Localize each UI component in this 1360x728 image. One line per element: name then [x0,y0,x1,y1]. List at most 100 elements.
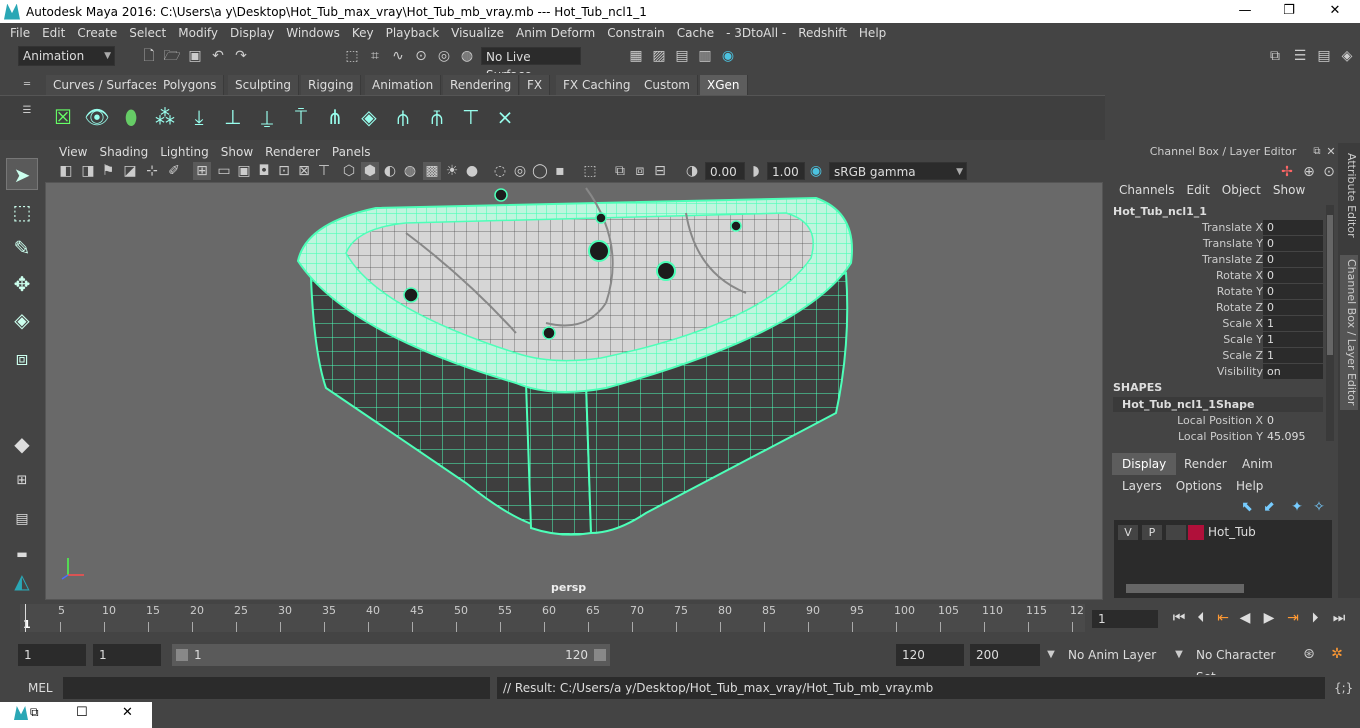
xray-icon[interactable]: ⬚ [581,162,599,180]
screen-space-ao-icon[interactable]: ● [463,162,481,180]
cb-menu-channels[interactable]: Channels [1113,183,1181,197]
xgen-groom-icon[interactable]: ◈ [354,102,384,132]
attr-value[interactable]: 0 [1263,220,1323,235]
layer-display-type-toggle[interactable] [1166,525,1186,540]
lasso-tool-icon[interactable]: ⬚ [6,196,38,228]
workspace-icon[interactable]: ⧉ [1266,47,1284,65]
menu-help[interactable]: Help [853,26,892,40]
channel-filter-icon[interactable]: ⊙ [1320,163,1338,181]
xgen-lock-guides-icon[interactable]: ⍑ [286,102,316,132]
viewport-menu-view[interactable]: View [53,145,93,159]
range-slider[interactable]: 1 120 [172,644,610,666]
viewport-menu-panels[interactable]: Panels [326,145,377,159]
step-forward-frame-icon[interactable]: ⏵ [1306,610,1324,626]
ipr-render-icon[interactable]: ▤ [673,47,691,65]
xgen-editor-icon[interactable]: ☒ [48,102,78,132]
shelf-tab-polygons[interactable]: Polygons [156,75,225,95]
new-layer-selected-icon[interactable]: ✧ [1310,498,1328,516]
save-scene-icon[interactable]: ▣ [186,47,204,65]
smooth-shade-icon[interactable]: ⬢ [361,162,379,180]
menu-redshift[interactable]: Redshift [792,26,853,40]
viewport-menu-show[interactable]: Show [215,145,259,159]
menu-windows[interactable]: Windows [280,26,346,40]
attr-value[interactable]: 0 [1263,284,1323,299]
rotate-tool-icon[interactable]: ◈ [6,304,38,336]
restore-icon[interactable]: ⧉ [30,705,39,720]
shelf-tab-rendering[interactable]: Rendering [443,75,520,95]
menu-key[interactable]: Key [346,26,380,40]
safe-title-icon[interactable]: ⊤ [315,162,333,180]
cb-menu-object[interactable]: Object [1216,183,1267,197]
attr-scale-y[interactable]: Scale Y 1 [1113,332,1323,348]
paint-select-tool-icon[interactable]: ✎ [6,232,38,264]
cb-menu-edit[interactable]: Edit [1181,183,1216,197]
close-button[interactable]: ✕ [1312,0,1358,23]
shape-name[interactable]: Hot_Tub_ncl1_1Shape [1113,397,1323,412]
attr-value[interactable]: 1 [1263,316,1323,331]
attr-value[interactable]: 0 [1263,268,1323,283]
side-tab-attribute-editor[interactable]: Attribute Editor [1340,153,1358,238]
maximize-icon[interactable]: ☐ [76,705,88,720]
snap-point-icon[interactable]: ⊙ [412,47,430,65]
attr-value[interactable]: 1 [1263,348,1323,363]
command-input[interactable] [63,677,490,699]
step-back-key-icon[interactable]: ⇤ [1214,610,1232,626]
object-name[interactable]: Hot_Tub_ncl1_1 [1113,205,1207,218]
xgen-add-guides-icon[interactable]: ⁂ [150,102,180,132]
attr-translate-z[interactable]: Translate Z 0 [1113,252,1323,268]
open-scene-icon[interactable]: 🗁 [163,47,181,65]
shelf-collapse-icon[interactable]: ☰ [18,102,36,120]
attr-value[interactable]: on [1263,364,1323,379]
xgen-delete-icon[interactable]: ⨯ [490,102,520,132]
menu-edit[interactable]: Edit [36,26,71,40]
xgen-create-description-icon[interactable]: ⬮ [116,102,146,132]
xgen-place-guides-icon[interactable]: ⤓ [184,102,214,132]
animation-start-field[interactable]: 1 [18,644,86,666]
shelf-tab-xgen[interactable]: XGen [700,75,748,95]
new-scene-icon[interactable]: 🗋 [140,47,158,65]
xray-components-icon[interactable]: ⧈ [631,162,649,180]
camera-icon[interactable]: ◧ [57,162,75,180]
attr-value[interactable]: 1 [1263,332,1323,347]
xgen-preview-icon[interactable]: 👁 [82,102,112,132]
move-tool-icon[interactable]: ✥ [6,268,38,300]
single-view-layout-icon[interactable]: ◆ [6,428,38,460]
layer-menu-options[interactable]: Options [1169,479,1229,493]
axis-gizmo-icon[interactable]: ✢ [1278,163,1296,181]
depth-of-field-icon[interactable]: ◯ [531,162,549,180]
move-layer-up-icon[interactable]: ⬉ [1238,498,1256,516]
animation-preferences-icon[interactable]: ✲ [1328,645,1346,663]
gamma-field[interactable]: 1.00 [767,162,805,180]
layer-menu-help[interactable]: Help [1229,479,1270,493]
step-back-frame-icon[interactable]: ⏴ [1192,610,1210,626]
anim-layer-dropdown[interactable]: No Anim Layer [1062,644,1162,666]
wireframe-on-shaded-icon[interactable]: ◐ [381,162,399,180]
backface-culling-icon[interactable]: ⊟ [651,162,669,180]
play-backwards-icon[interactable]: ◀ [1236,610,1254,626]
layer-playback-toggle[interactable]: P [1142,525,1162,540]
chevron-down-icon[interactable]: ▼ [1170,646,1188,664]
minimize-button[interactable]: — [1222,0,1268,23]
step-forward-key-icon[interactable]: ⇥ [1284,610,1302,626]
snap-view-icon[interactable]: ◎ [435,47,453,65]
new-layer-icon[interactable]: ✦ [1288,498,1306,516]
layer-tab-display[interactable]: Display [1112,453,1177,475]
grid-icon[interactable]: ⊞ [193,162,211,180]
attr-translate-x[interactable]: Translate X 0 [1113,220,1323,236]
color-management-icon[interactable]: ◉ [807,162,825,180]
two-d-pan-icon[interactable]: ⊹ [143,162,161,180]
shelf-tab-fx[interactable]: FX [520,75,551,95]
xgen-sculpt-guides-icon[interactable]: ⋔ [320,102,350,132]
shelf-tab-fx-caching[interactable]: FX Caching [556,75,639,95]
cb-menu-show[interactable]: Show [1267,183,1311,197]
scrollbar-thumb[interactable] [1327,215,1333,355]
character-set-dropdown[interactable]: No Character Set [1190,644,1294,684]
auto-key-icon[interactable]: ⊛ [1300,645,1318,663]
attr-local-position-x[interactable]: Local Position X 0 [1113,413,1323,429]
select-tool-icon[interactable]: ➤ [6,158,38,190]
gamma-icon[interactable]: ◗ [747,162,765,180]
toggle-channel-box-icon[interactable]: ◈ [1338,47,1356,65]
channel-sync-icon[interactable]: ⊕ [1300,163,1318,181]
layer-name[interactable]: Hot_Tub [1208,525,1256,540]
viewport-menu-renderer[interactable]: Renderer [259,145,326,159]
